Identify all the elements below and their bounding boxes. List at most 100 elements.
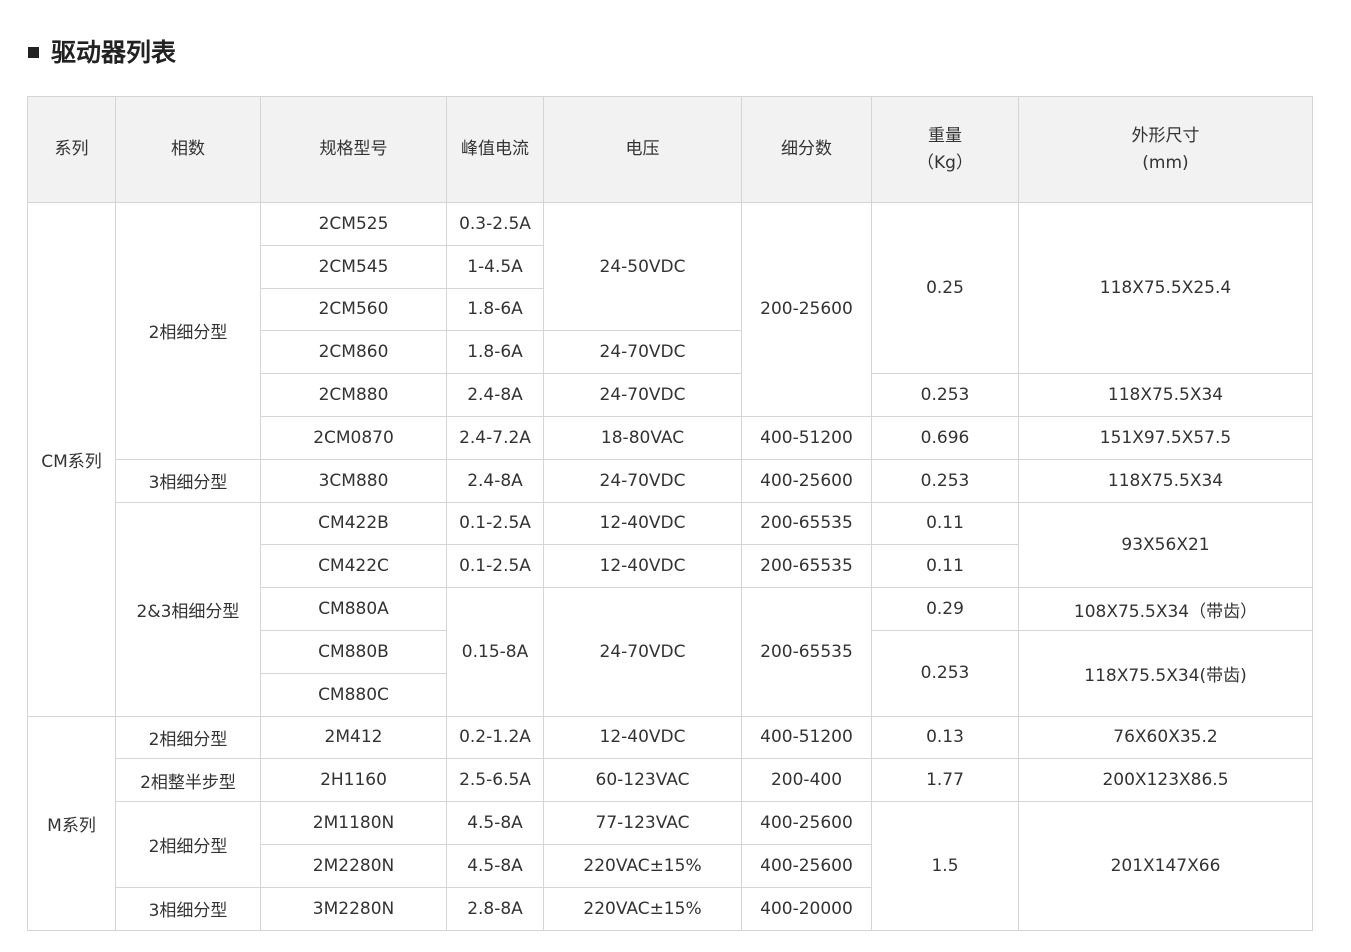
voltage-cell: 24-70VDC <box>543 373 742 417</box>
series-cell-cm: CM系列 <box>27 202 116 717</box>
weight-cell: 0.253 <box>871 629 1019 717</box>
size-cell: 93X56X21 <box>1018 501 1313 589</box>
model-cell: 2H1160 <box>260 758 447 803</box>
model-cell: 2M1180N <box>260 801 447 845</box>
page-title: 驱动器列表 <box>28 33 176 69</box>
phase-cell: 2&3相细分型 <box>115 501 261 717</box>
size-cell: 118X75.5X34 <box>1018 373 1313 417</box>
size-cell: 118X75.5X25.4 <box>1018 201 1313 375</box>
current-cell: 2.4-7.2A <box>446 415 544 460</box>
microstep-cell: 200-400 <box>741 758 872 803</box>
voltage-cell: 220VAC±15% <box>543 843 742 888</box>
model-cell: CM880C <box>260 672 447 717</box>
voltage-cell: 77-123VAC <box>543 801 742 845</box>
model-cell: CM422B <box>260 501 447 546</box>
size-cell: 118X75.5X34 <box>1018 458 1313 503</box>
weight-cell: 0.13 <box>871 715 1019 760</box>
voltage-cell: 24-50VDC <box>543 201 742 332</box>
weight-cell: 0.11 <box>871 544 1019 589</box>
model-cell: 2M2280N <box>260 843 447 888</box>
voltage-cell: 60-123VAC <box>543 758 742 803</box>
header-size-label: 外形尺寸 <box>1131 125 1200 146</box>
current-cell: 1.8-6A <box>446 330 544 375</box>
table-row: 3相细分型 3CM880 2.4-8A 24-70VDC 400-25600 0… <box>28 458 1313 503</box>
microstep-cell: 400-51200 <box>741 715 872 760</box>
current-cell: 4.5-8A <box>446 801 544 845</box>
model-cell: 2CM880 <box>260 373 447 417</box>
phase-cell: 2相细分型 <box>115 202 261 460</box>
microstep-cell: 400-25600 <box>741 843 872 888</box>
size-cell: 201X147X66 <box>1018 801 1313 931</box>
phase-cell: 3相细分型 <box>115 458 261 503</box>
voltage-cell: 18-80VAC <box>543 415 742 460</box>
size-cell: 200X123X86.5 <box>1018 758 1313 803</box>
table-row: 2相整半步型 2H1160 2.5-6.5A 60-123VAC 200-400… <box>28 758 1313 803</box>
current-cell: 0.3-2.5A <box>446 202 544 246</box>
size-cell: 151X97.5X57.5 <box>1018 415 1313 460</box>
size-cell: 76X60X35.2 <box>1018 715 1313 760</box>
weight-cell: 0.253 <box>871 373 1019 417</box>
model-cell: 2CM525 <box>260 202 447 246</box>
header-weight-unit: （Kg） <box>917 152 973 173</box>
header-voltage: 电压 <box>543 96 742 203</box>
weight-cell: 1.5 <box>871 801 1019 931</box>
voltage-cell: 24-70VDC <box>543 587 742 717</box>
model-cell: 2CM0870 <box>260 415 447 460</box>
size-cell: 108X75.5X34（带齿） <box>1018 587 1313 631</box>
voltage-cell: 12-40VDC <box>543 544 742 589</box>
header-size-unit: (mm) <box>1142 152 1189 173</box>
model-cell: 3CM880 <box>260 458 447 503</box>
header-model: 规格型号 <box>260 96 447 203</box>
current-cell: 2.4-8A <box>446 373 544 417</box>
voltage-cell: 24-70VDC <box>543 458 742 503</box>
header-microstep: 细分数 <box>741 96 872 203</box>
microstep-cell: 200-65535 <box>741 501 872 546</box>
microstep-cell: 400-25600 <box>741 458 872 503</box>
phase-cell: 3相细分型 <box>115 886 261 931</box>
microstep-cell: 400-20000 <box>741 886 872 931</box>
microstep-cell: 400-51200 <box>741 415 872 460</box>
weight-cell: 1.77 <box>871 758 1019 803</box>
model-cell: CM880A <box>260 587 447 631</box>
current-cell: 0.1-2.5A <box>446 544 544 589</box>
current-cell: 0.15-8A <box>446 587 544 717</box>
microstep-cell: 400-25600 <box>741 801 872 845</box>
driver-list-table: 系列 相数 规格型号 峰值电流 电压 细分数 重量 （Kg） 外形尺寸 (mm)… <box>27 96 1313 931</box>
header-series: 系列 <box>27 96 116 203</box>
header-weight-label: 重量 <box>928 125 962 146</box>
weight-cell: 0.253 <box>871 458 1019 503</box>
microstep-cell: 200-25600 <box>741 202 872 417</box>
model-cell: 2CM560 <box>260 287 447 332</box>
phase-cell: 2相整半步型 <box>115 758 261 803</box>
current-cell: 2.5-6.5A <box>446 758 544 803</box>
current-cell: 1.8-6A <box>446 287 544 332</box>
header-weight: 重量 （Kg） <box>871 96 1019 203</box>
model-cell: 3M2280N <box>260 886 447 931</box>
model-cell: 2M412 <box>260 715 447 760</box>
header-size: 外形尺寸 (mm) <box>1018 96 1313 203</box>
model-cell: CM880B <box>260 629 447 674</box>
page-title-text: 驱动器列表 <box>51 38 177 67</box>
weight-cell: 0.25 <box>871 201 1019 375</box>
model-cell: 2CM860 <box>260 330 447 375</box>
table-row: 2&3相细分型 CM422B 0.1-2.5A 12-40VDC 200-655… <box>28 501 1313 717</box>
phase-cell: 2相细分型 <box>115 715 261 760</box>
header-peak-current: 峰值电流 <box>446 96 544 203</box>
table-row: M系列 2相细分型 2M412 0.2-1.2A 12-40VDC 400-51… <box>27 715 1313 931</box>
weight-cell: 0.696 <box>871 415 1019 460</box>
table-row: 2相细分型 2M1180N 4.5-8A 77-123VAC 400-25600… <box>28 801 1313 931</box>
model-cell: CM422C <box>260 544 447 589</box>
current-cell: 2.4-8A <box>446 458 544 503</box>
microstep-cell: 200-65535 <box>741 587 872 717</box>
header-phases: 相数 <box>115 96 261 203</box>
current-cell: 0.2-1.2A <box>446 715 544 760</box>
square-bullet-icon <box>28 47 39 58</box>
voltage-cell: 12-40VDC <box>543 501 742 546</box>
current-cell: 0.1-2.5A <box>446 501 544 546</box>
model-cell: 2CM545 <box>260 244 447 289</box>
phase-cell: 2相细分型 <box>115 801 261 888</box>
size-cell: 118X75.5X34(带齿) <box>1018 629 1313 717</box>
table-row: CM系列 2相细分型 2CM525 0.3-2.5A 24-50VDC 200-… <box>27 201 1313 717</box>
current-cell: 1-4.5A <box>446 244 544 289</box>
table-header-row: 系列 相数 规格型号 峰值电流 电压 细分数 重量 （Kg） 外形尺寸 (mm) <box>27 96 1313 203</box>
